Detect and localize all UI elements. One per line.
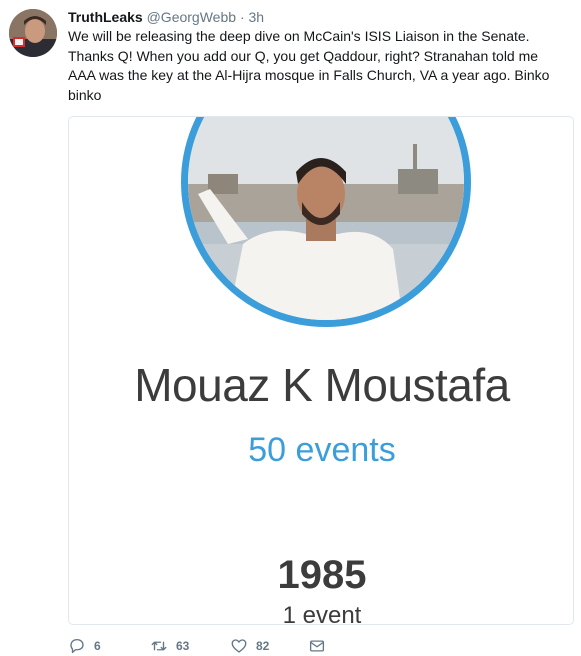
avatar-image	[9, 9, 57, 57]
tweet-header: TruthLeaks @GeorgWebb · 3h	[68, 8, 264, 26]
timeline-year-events: 1 event	[282, 602, 362, 625]
timeline-year: 1985	[277, 553, 367, 597]
reply-count: 6	[94, 639, 101, 653]
profile-events-count: 50 events	[248, 431, 396, 469]
like-button[interactable]: 82	[230, 636, 269, 656]
separator-dot: ·	[239, 9, 245, 25]
retweet-button[interactable]: 63	[150, 636, 189, 656]
media-card[interactable]: Mouaz K Moustafa 50 events 1985 1 event	[68, 116, 574, 625]
heart-icon	[231, 639, 247, 653]
profile-name: Mouaz K Moustafa	[134, 359, 510, 411]
tweet-timestamp[interactable]: 3h	[249, 9, 265, 25]
retweet-count: 63	[176, 639, 190, 653]
retweet-icon	[151, 641, 167, 651]
reply-icon	[70, 638, 84, 654]
reply-button[interactable]: 6	[68, 636, 101, 656]
envelope-icon	[309, 640, 325, 652]
direct-message-button[interactable]	[308, 636, 326, 656]
display-name[interactable]: TruthLeaks	[68, 9, 143, 25]
like-count: 82	[256, 639, 270, 653]
user-handle[interactable]: @GeorgWebb	[147, 9, 236, 25]
tweet-actions: 6 63 82	[68, 636, 568, 656]
profile-photo	[181, 117, 471, 327]
tweet[interactable]: TruthLeaks @GeorgWebb · 3h We will be re…	[0, 0, 581, 656]
tweet-text: We will be releasing the deep dive on Mc…	[68, 28, 550, 103]
avatar[interactable]	[9, 9, 57, 57]
profile-photo-image	[188, 117, 464, 320]
